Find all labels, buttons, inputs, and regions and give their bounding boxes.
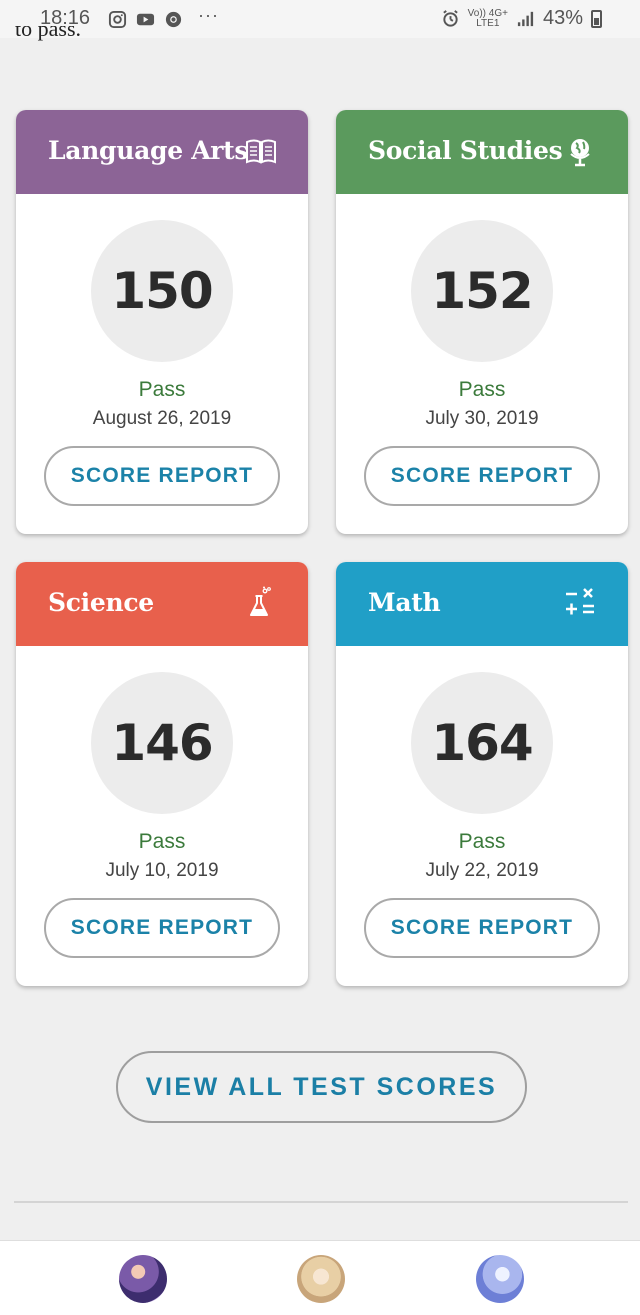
card-header: Math <box>336 562 628 646</box>
score-card-social-studies: Social Studies 152 Pass July 30, 2019 SC… <box>336 110 628 534</box>
avatar[interactable] <box>476 1255 524 1303</box>
avatar[interactable] <box>119 1255 167 1303</box>
score-circle: 146 <box>91 672 233 814</box>
score-report-button[interactable]: SCORE REPORT <box>44 898 280 958</box>
score-value: 152 <box>431 262 533 320</box>
youtube-icon <box>136 13 155 26</box>
card-header: Science <box>16 562 308 646</box>
test-date: July 22, 2019 <box>425 860 539 881</box>
score-card-science: Science 146 Pass July 10, 2019 SCORE REP… <box>16 562 308 986</box>
intro-text-fragment: to pass. <box>15 26 81 41</box>
card-title: Math <box>368 588 441 617</box>
view-all-test-scores-button[interactable]: VIEW ALL TEST SCORES <box>116 1051 527 1123</box>
alarm-icon <box>442 10 458 27</box>
score-report-button[interactable]: SCORE REPORT <box>364 446 600 506</box>
card-title: Social Studies <box>368 136 563 165</box>
signal-icon <box>517 11 534 27</box>
pass-status: Pass <box>458 378 506 401</box>
score-circle: 150 <box>91 220 233 362</box>
math-symbols-icon <box>566 588 594 615</box>
instagram-icon <box>108 10 127 29</box>
test-date: July 30, 2019 <box>425 408 539 429</box>
card-title: Language Arts <box>48 136 249 165</box>
system-icons: Vo)) 4G+ LTE1 43% <box>441 7 602 30</box>
pass-status: Pass <box>458 830 506 853</box>
pass-status: Pass <box>138 830 186 853</box>
score-report-button[interactable]: SCORE REPORT <box>44 446 280 506</box>
more-notifications-icon: ··· <box>198 5 219 25</box>
score-card-math: Math 164 Pass July 22, 2019 SCORE REPORT <box>336 562 628 986</box>
score-value: 146 <box>111 714 213 772</box>
chrome-icon <box>165 11 182 28</box>
avatar[interactable] <box>297 1255 345 1303</box>
pass-status: Pass <box>138 378 186 401</box>
test-date: August 26, 2019 <box>92 408 232 429</box>
notification-icons: ··· <box>108 5 219 30</box>
score-value: 150 <box>111 262 213 320</box>
score-value: 164 <box>431 714 533 772</box>
divider <box>14 1201 628 1203</box>
score-circle: 152 <box>411 220 553 362</box>
card-header: Social Studies <box>336 110 628 194</box>
book-icon <box>246 139 276 164</box>
bottom-nav <box>0 1240 640 1315</box>
score-card-language-arts: Language Arts 150 Pass August 26, 2019 S… <box>16 110 308 534</box>
score-report-button[interactable]: SCORE REPORT <box>364 898 600 958</box>
score-circle: 164 <box>411 672 553 814</box>
network-indicator: Vo)) 4G+ LTE1 <box>467 7 508 29</box>
card-header: Language Arts <box>16 110 308 194</box>
status-bar: 18:16 ··· Vo)) 4G+ LTE1 43% <box>0 0 640 38</box>
battery-percentage: 43% <box>542 7 583 29</box>
test-date: July 10, 2019 <box>105 860 219 881</box>
flask-icon <box>250 586 271 616</box>
globe-icon <box>570 139 590 167</box>
card-title: Science <box>48 588 154 617</box>
battery-icon <box>591 9 602 28</box>
